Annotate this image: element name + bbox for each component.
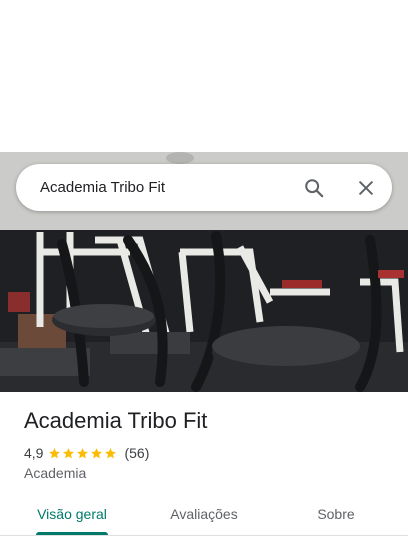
tab-about-label: Sobre: [317, 506, 355, 522]
star-icon: [49, 447, 61, 458]
search-icon[interactable]: [302, 176, 326, 200]
tab-reviews[interactable]: Avaliações: [156, 492, 252, 536]
tab-overview[interactable]: Visão geral: [24, 492, 120, 536]
star-icon: [91, 447, 103, 458]
search-input[interactable]: Academia Tribo Fit: [40, 179, 302, 196]
close-icon[interactable]: [354, 176, 378, 200]
place-category[interactable]: Academia: [24, 465, 86, 481]
star-icon: [105, 447, 117, 458]
rating-row[interactable]: 4,9 (56): [24, 444, 149, 462]
star-icon: [63, 447, 75, 458]
tab-about[interactable]: Sobre: [292, 492, 380, 536]
tab-reviews-label: Avaliações: [170, 506, 238, 522]
review-count[interactable]: (56): [124, 445, 149, 461]
rating-stars: [48, 447, 118, 460]
search-bar[interactable]: Academia Tribo Fit: [16, 164, 392, 211]
rating-value: 4,9: [24, 445, 44, 461]
tabs-divider: [0, 535, 408, 536]
place-tabs: Visão geral Avaliações Sobre: [0, 492, 408, 536]
tab-overview-label: Visão geral: [37, 506, 107, 522]
star-icon: [77, 447, 89, 458]
place-title: Academia Tribo Fit: [24, 408, 208, 433]
